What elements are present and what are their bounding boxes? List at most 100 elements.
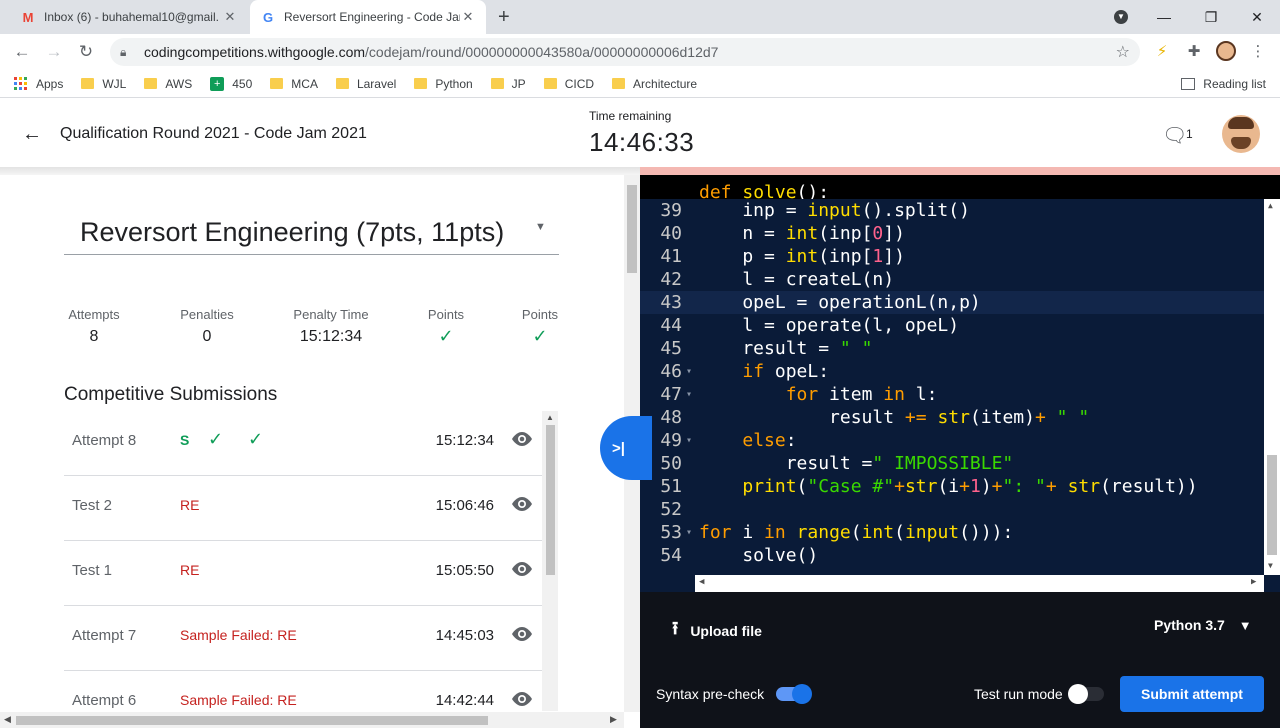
reading-list-button[interactable]: Reading list [1181, 77, 1266, 91]
close-icon[interactable]: ✕ [460, 9, 476, 25]
line-number: 46 [660, 361, 682, 382]
eye-icon[interactable] [510, 561, 534, 577]
table-row[interactable]: Test 1 RE 15:05:50 [64, 541, 542, 606]
profile-avatar-icon[interactable] [1215, 40, 1237, 62]
apps-grid-icon [14, 76, 28, 91]
code-line[interactable]: 41 p = int(inp[1]) [640, 245, 1266, 268]
code-line-partial: def solve(): [640, 175, 1280, 199]
code-line[interactable]: 48 result += str(item)+ " " [640, 406, 1266, 429]
line-number: 44 [660, 315, 682, 336]
bookmark-architecture[interactable]: Architecture [612, 77, 697, 91]
code-line[interactable]: 51 print("Case #"+str(i+1)+": "+ str(res… [640, 475, 1266, 498]
bookmark-jp[interactable]: JP [490, 76, 526, 91]
code-text: result = " " [699, 338, 873, 359]
window-close-button[interactable]: ✕ [1234, 0, 1280, 34]
code-line[interactable]: 45 result = " " [640, 337, 1266, 360]
language-select[interactable]: Python 3.7 ▼ [1154, 617, 1252, 633]
code-line[interactable]: 47 ▾ for item in l: [640, 383, 1266, 406]
bookmark-mca[interactable]: MCA [270, 77, 318, 91]
close-icon[interactable]: ✕ [222, 9, 238, 25]
address-bar[interactable]: 🔒︎ codingcompetitions.withgoogle.com/cod… [110, 38, 1140, 66]
table-row[interactable]: Attempt 7 Sample Failed: RE 14:45:03 [64, 606, 542, 671]
stat-penalties: Penalties 0 [180, 307, 234, 345]
horizontal-scrollbar[interactable]: ◀ ▶ [0, 712, 624, 728]
bookmark-label: Python [435, 76, 473, 91]
table-row[interactable]: Test 2 RE 15:06:46 [64, 476, 542, 541]
eye-icon[interactable] [510, 626, 534, 642]
new-tab-button[interactable]: + [498, 6, 510, 29]
submissions-scrollbar[interactable]: ▲ [542, 411, 558, 711]
code-line[interactable]: 50 result =" IMPOSSIBLE" [640, 452, 1266, 475]
table-row[interactable]: Attempt 8 S ✓ ✓ 15:12:34 [64, 411, 542, 476]
tab-codejam[interactable]: G Reversort Engineering - Code Jar ✕ [250, 0, 486, 34]
code-editor[interactable]: def solve(): 39 inp = input().split() 40 … [640, 175, 1280, 592]
test-run-mode-toggle[interactable] [1068, 684, 1104, 704]
bookmark-cicd[interactable]: CICD [543, 77, 594, 91]
code-line[interactable]: 40 n = int(inp[0]) [640, 222, 1266, 245]
result-badge: S [180, 432, 190, 448]
editor-vertical-scrollbar[interactable]: ▲ ▼ [1264, 199, 1280, 575]
eye-icon[interactable] [510, 496, 534, 512]
minimize-button[interactable]: — [1141, 0, 1187, 34]
bookmark-laravel[interactable]: Laravel [335, 77, 396, 91]
bookmark-label: Architecture [633, 76, 698, 91]
code-line[interactable]: 39 inp = input().split() [640, 199, 1266, 222]
line-number: 40 [660, 223, 682, 244]
test-run-mode-label: Test run mode [974, 686, 1063, 702]
line-number: 47 [660, 384, 682, 405]
code-line[interactable]: 43 opeL = operationL(n,p) [640, 291, 1266, 314]
code-line[interactable]: 49 ▾ else: [640, 429, 1266, 452]
extension-bolt-icon[interactable]: ⚡︎ [1151, 40, 1173, 62]
bookmark-label: JP [511, 76, 526, 91]
forward-icon[interactable]: → [44, 42, 64, 62]
syntax-precheck-label: Syntax pre-check [656, 686, 765, 702]
problem-select[interactable]: Reversort Engineering (7pts, 11pts) [80, 217, 504, 248]
fold-icon[interactable]: ▾ [686, 383, 692, 406]
dropdown-caret-icon[interactable]: ▼ [535, 221, 546, 233]
editor-horizontal-scrollbar[interactable]: ◀ ▶ [695, 575, 1264, 592]
bookmark-wjl[interactable]: WJL [81, 77, 126, 91]
fold-icon[interactable]: ▾ [686, 521, 692, 544]
bookmark-450[interactable]: +450 [210, 76, 253, 91]
browser-menu-icon[interactable]: ⋮ [1247, 40, 1269, 62]
back-icon[interactable]: ← [12, 42, 32, 62]
reload-icon[interactable]: ↻ [76, 42, 96, 62]
extensions-puzzle-icon[interactable]: ✚ [1183, 40, 1205, 62]
syntax-precheck-toggle[interactable] [776, 684, 812, 704]
back-arrow-icon[interactable]: ← [22, 123, 42, 146]
eye-icon[interactable] [510, 691, 534, 707]
code-text: print("Case #"+str(i+1)+": "+ str(result… [742, 476, 1198, 497]
tab-search-icon[interactable]: ▼ [1098, 0, 1144, 34]
fold-icon[interactable]: ▾ [686, 429, 692, 452]
code-line[interactable]: 42 l = createL(n) [640, 268, 1266, 291]
bookmark-python[interactable]: Python [414, 76, 473, 91]
code-line[interactable]: 54 solve() [640, 544, 1266, 567]
stat-points-visible: Points ✓ [422, 307, 470, 347]
chat-icon[interactable]: 🗨︎ [1162, 123, 1187, 148]
code-line[interactable]: 46 ▾ if opeL: [640, 360, 1266, 383]
bookmark-star-icon[interactable]: ☆ [1116, 42, 1130, 62]
bookmark-label: 450 [232, 76, 253, 91]
code-line[interactable]: 44 l = operate(l, opeL) [640, 314, 1266, 337]
avatar[interactable] [1222, 115, 1260, 153]
line-number: 45 [660, 338, 682, 359]
eye-icon[interactable] [510, 431, 534, 447]
restore-button[interactable]: ❐ [1188, 0, 1234, 34]
code-text: opeL = operationL(n,p) [699, 292, 981, 313]
reading-list-icon [1181, 78, 1196, 90]
code-line[interactable]: 53 ▾ for i in range(int(input())): [640, 521, 1266, 544]
bookmark-aws[interactable]: AWS [144, 77, 192, 91]
code-text: n = int(inp[0]) [699, 223, 905, 244]
code-line[interactable]: 52 [640, 498, 1266, 521]
header-divider [0, 167, 640, 175]
tab-title: Reversort Engineering - Code Jar [284, 10, 460, 24]
submit-attempt-button[interactable]: Submit attempt [1120, 676, 1264, 712]
problem-panel: Reversort Engineering (7pts, 11pts) ▼ At… [0, 175, 624, 712]
table-row[interactable]: Attempt 6 Sample Failed: RE 14:42:44 [64, 671, 542, 712]
tab-gmail[interactable]: M Inbox (6) - buhahemal10@gmail. ✕ [10, 0, 248, 34]
upload-file-button[interactable]: ⭱ Upload file [672, 616, 762, 646]
code-text: inp = input().split() [699, 200, 970, 221]
fold-icon[interactable]: ▾ [686, 360, 692, 383]
bookmark-label: MCA [291, 76, 318, 91]
bookmark-apps[interactable]: Apps [14, 76, 63, 91]
